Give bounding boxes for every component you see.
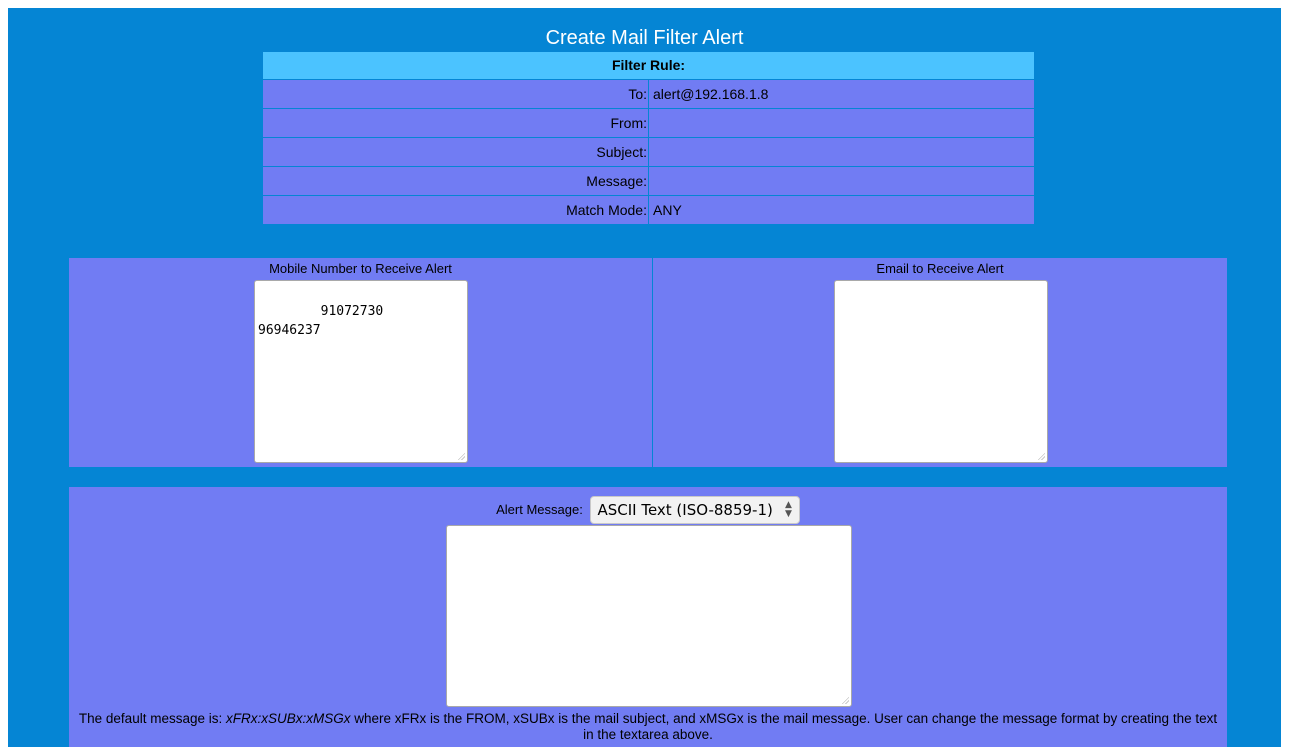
resize-grip-icon[interactable] xyxy=(1037,452,1045,460)
filter-value-to: alert@192.168.1.8 xyxy=(653,86,769,102)
email-recipient-cell: Email to Receive Alert xyxy=(653,258,1227,467)
resize-grip-icon[interactable] xyxy=(841,696,849,704)
email-recipient-label: Email to Receive Alert xyxy=(876,261,1004,276)
filter-rule-heading: Filter Rule: xyxy=(263,52,1034,79)
note-suffix: where xFRx is the FROM, xSUBx is the mai… xyxy=(350,711,1218,742)
note-prefix: The default message is: xyxy=(78,711,226,726)
note-format: xFRx:xSUBx:xMSGx xyxy=(225,711,351,726)
alert-message-textarea[interactable] xyxy=(446,525,852,707)
alert-message-section: Alert Message: ASCII Text (ISO-8859-1) ▲… xyxy=(69,487,1227,747)
mobile-recipient-cell: Mobile Number to Receive Alert 91072730 … xyxy=(69,258,652,467)
filter-label-to: To: xyxy=(263,80,649,108)
recipients-panel: Mobile Number to Receive Alert 91072730 … xyxy=(69,258,1227,467)
filter-row-message: Message: xyxy=(263,166,1034,195)
filter-row-match-mode: Match Mode: ANY xyxy=(263,195,1034,224)
page-title: Create Mail Filter Alert xyxy=(545,27,744,49)
encoding-select-value: ASCII Text (ISO-8859-1) xyxy=(597,501,773,519)
filter-value-match-mode: ANY xyxy=(653,202,682,218)
mobile-recipient-label: Mobile Number to Receive Alert xyxy=(269,261,452,276)
filter-label-from: From: xyxy=(263,109,649,137)
filter-label-message: Message: xyxy=(263,167,649,195)
default-message-note: The default message is: xFRx:xSUBx:xMSGx… xyxy=(77,711,1219,743)
filter-row-to: To: alert@192.168.1.8 xyxy=(263,79,1034,108)
filter-rule-table: Filter Rule: To: alert@192.168.1.8 From:… xyxy=(263,52,1034,224)
alert-message-row: Alert Message: ASCII Text (ISO-8859-1) ▲… xyxy=(69,496,1227,524)
mobile-numbers-textarea[interactable]: 91072730 96946237 xyxy=(254,280,468,463)
filter-label-subject: Subject: xyxy=(263,138,649,166)
encoding-select[interactable]: ASCII Text (ISO-8859-1) ▲ ▼ xyxy=(590,496,800,524)
email-recipients-textarea[interactable] xyxy=(834,280,1048,463)
filter-label-match-mode: Match Mode: xyxy=(263,196,649,224)
page-background: Create Mail Filter Alert Filter Rule: To… xyxy=(8,8,1281,747)
filter-row-subject: Subject: xyxy=(263,137,1034,166)
filter-value-message xyxy=(649,167,1034,195)
alert-message-label: Alert Message: xyxy=(496,502,583,517)
select-arrows-icon: ▲ ▼ xyxy=(784,500,792,519)
filter-row-from: From: xyxy=(263,108,1034,137)
resize-grip-icon[interactable] xyxy=(457,452,465,460)
filter-value-from xyxy=(649,109,1034,137)
mobile-numbers-text: 91072730 96946237 xyxy=(258,304,384,338)
filter-value-subject xyxy=(649,138,1034,166)
